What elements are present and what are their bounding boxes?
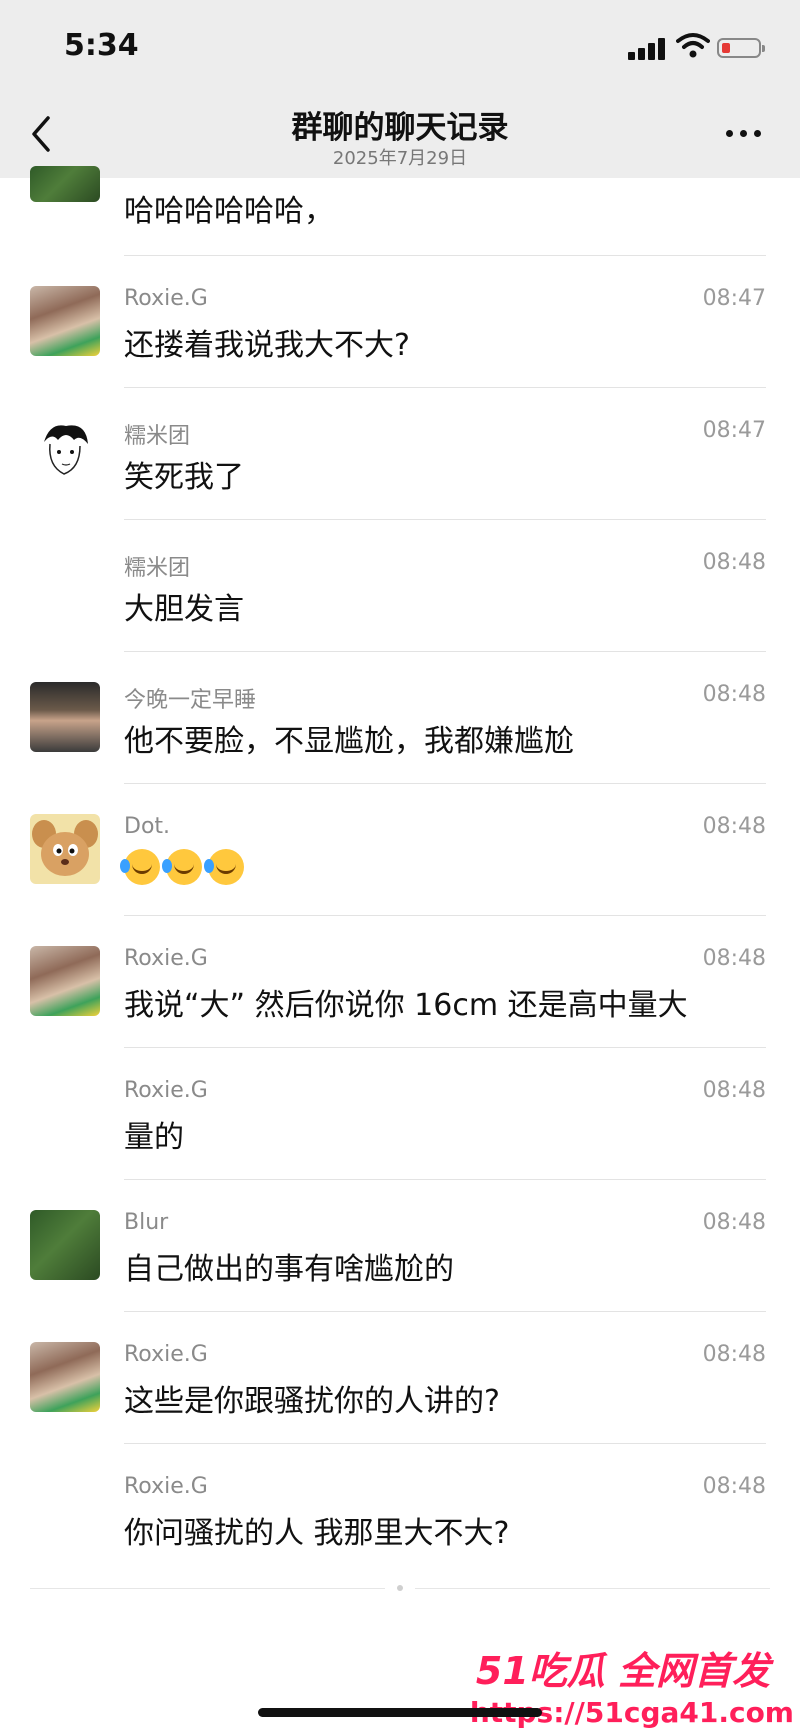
man-avatar[interactable]	[30, 682, 100, 752]
home-indicator[interactable]	[258, 1708, 542, 1717]
status-bar: 5:34	[0, 0, 800, 92]
sender-name: Roxie.G	[124, 1474, 208, 1499]
sender-name: Roxie.G	[124, 1078, 208, 1103]
sender-name: 今晚一定早睡	[124, 688, 257, 713]
message-emoji-row	[120, 848, 250, 885]
message-text: 自己做出的事有啥尴尬的	[124, 1252, 454, 1287]
message-text: 哈哈哈哈哈哈，	[124, 194, 334, 229]
laugh-cry-emoji-icon	[120, 848, 160, 885]
sender-name: 糯米团	[124, 556, 191, 581]
end-divider	[415, 1588, 770, 1589]
message-time: 08:48	[702, 946, 766, 971]
divider	[124, 1311, 766, 1312]
jerry-avatar[interactable]	[30, 814, 100, 884]
more-options-icon[interactable]	[726, 130, 766, 140]
sender-name: Roxie.G	[124, 946, 208, 971]
divider	[124, 387, 766, 388]
page-subtitle-date: 2025年7月29日	[332, 148, 468, 169]
message-time: 08:47	[702, 418, 766, 443]
divider	[124, 651, 766, 652]
cellular-signal-icon	[628, 36, 668, 60]
battery-icon	[717, 38, 765, 58]
sender-name: Roxie.G	[124, 286, 208, 311]
message-time: 08:47	[702, 286, 766, 311]
message-text: 大胆发言	[124, 592, 244, 627]
message-time: 08:48	[702, 550, 766, 575]
status-time: 5:34	[64, 28, 139, 63]
wifi-icon	[676, 33, 710, 58]
message-text: 还搂着我说我大不大?	[124, 328, 410, 363]
divider	[124, 255, 766, 256]
page-title: 群聊的聊天记录	[291, 110, 509, 146]
watermark-brand: 51吃瓜 全网首发	[475, 1649, 770, 1693]
divider	[124, 519, 766, 520]
laugh-cry-emoji-icon	[162, 848, 202, 885]
divider	[124, 1443, 766, 1444]
divider	[124, 783, 766, 784]
sender-name: Blur	[124, 1210, 169, 1235]
message-time: 08:48	[702, 682, 766, 707]
message-time: 08:48	[702, 814, 766, 839]
message-text: 你问骚扰的人 我那里大不大?	[124, 1516, 510, 1551]
grass-avatar[interactable]	[30, 166, 100, 202]
sketch-avatar[interactable]	[30, 418, 100, 488]
laugh-cry-emoji-icon	[204, 848, 244, 885]
message-text: 他不要脸，不显尴尬，我都嫌尴尬	[124, 724, 574, 759]
sender-name: 糯米团	[124, 424, 191, 449]
divider	[124, 915, 766, 916]
photo-avatar[interactable]	[30, 946, 100, 1016]
divider	[124, 1179, 766, 1180]
message-time: 08:48	[702, 1474, 766, 1499]
sender-name: Dot.	[124, 814, 171, 839]
nav-bar: 群聊的聊天记录 2025年7月29日	[0, 92, 800, 178]
sender-name: Roxie.G	[124, 1342, 208, 1367]
photo-avatar[interactable]	[30, 1342, 100, 1412]
photo-avatar[interactable]	[30, 286, 100, 356]
end-divider	[30, 1588, 385, 1589]
message-text: 笑死我了	[124, 460, 244, 495]
message-text: 我说“大” 然后你说你 16cm 还是高中量大	[124, 988, 688, 1023]
message-text: 量的	[124, 1120, 184, 1155]
message-text: 这些是你跟骚扰你的人讲的?	[124, 1384, 500, 1419]
divider	[124, 1047, 766, 1048]
watermark: 51吃瓜 全网首发 https://51cga41.com	[470, 1640, 800, 1733]
grass-avatar[interactable]	[30, 1210, 100, 1280]
end-dot	[397, 1585, 403, 1591]
message-time: 08:48	[702, 1078, 766, 1103]
message-time: 08:48	[702, 1342, 766, 1367]
message-time: 08:48	[702, 1210, 766, 1235]
